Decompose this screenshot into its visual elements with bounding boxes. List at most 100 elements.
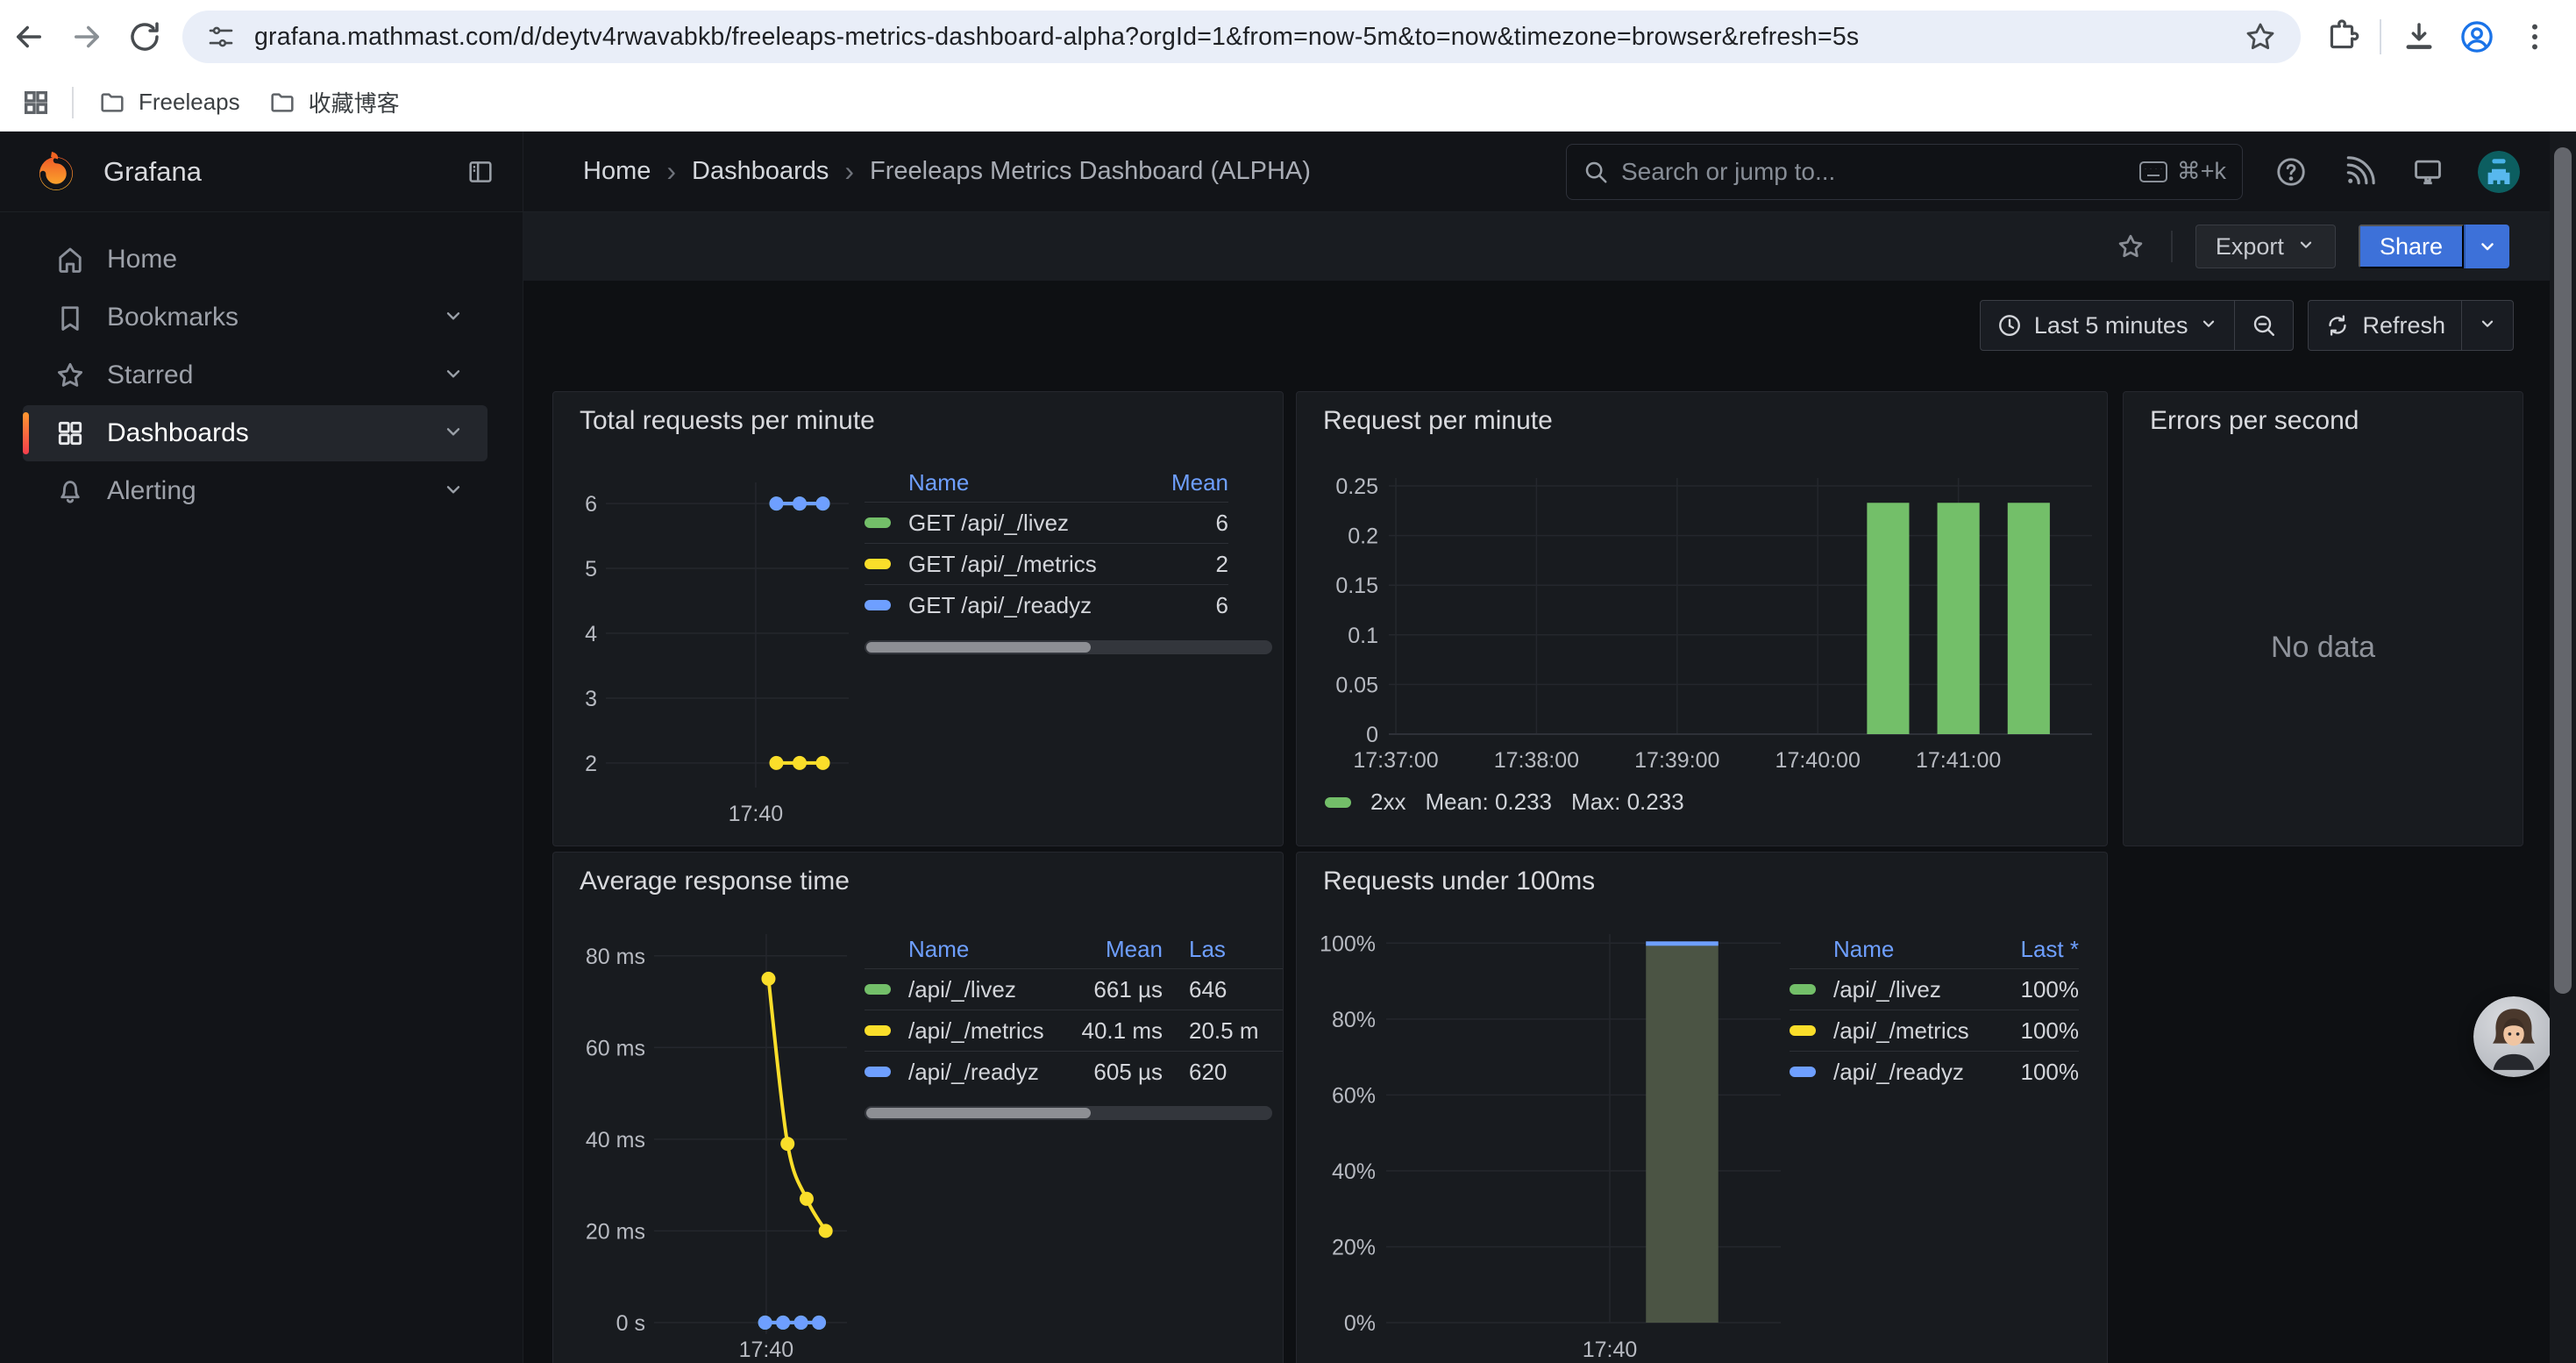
- clock-icon: [1996, 312, 2023, 339]
- sidebar-item-alerting[interactable]: Alerting: [23, 463, 487, 519]
- dashboard-canvas: Last 5 minutes Refresh: [523, 281, 2550, 1363]
- assistant-avatar-widget[interactable]: [2473, 996, 2554, 1077]
- time-range-label: Last 5 minutes: [2034, 312, 2188, 339]
- legend-header-last[interactable]: Last *: [1991, 936, 2079, 963]
- export-button[interactable]: Export: [2195, 225, 2336, 268]
- sidebar-item-home[interactable]: Home: [23, 232, 487, 288]
- arrow-right-icon: [68, 18, 105, 55]
- breadcrumb-current: Freeleaps Metrics Dashboard (ALPHA): [870, 157, 1311, 186]
- chevron-down-icon[interactable]: [442, 420, 465, 447]
- legend-header-name[interactable]: Name: [908, 469, 1141, 496]
- dock-panel-icon: [466, 157, 495, 187]
- series-last: 100%: [1991, 976, 2079, 1003]
- news-button[interactable]: [2341, 153, 2378, 190]
- apps-grid-button[interactable]: [11, 80, 61, 125]
- legend-scrollbar[interactable]: [865, 640, 1272, 654]
- chevron-down-icon[interactable]: [442, 478, 465, 505]
- legend-header: Name Mean: [865, 463, 1228, 502]
- url-text[interactable]: grafana.mathmast.com/d/deytv4rwavabkb/fr…: [254, 23, 2239, 52]
- series-name[interactable]: /api/_/metrics: [908, 1017, 1066, 1045]
- sidebar-item-label: Starred: [107, 360, 193, 390]
- panel-title[interactable]: Request per minute: [1323, 406, 1553, 436]
- profile-icon: [2459, 18, 2495, 55]
- svg-text:60%: 60%: [1332, 1083, 1376, 1108]
- panel-errors-per-second: Errors per second No data: [2123, 391, 2523, 846]
- search-field[interactable]: [1621, 158, 2138, 186]
- sidebar-item-starred[interactable]: Starred: [23, 347, 487, 403]
- url-bar[interactable]: grafana.mathmast.com/d/deytv4rwavabkb/fr…: [182, 11, 2301, 63]
- bookmark-folder-freeleaps[interactable]: Freeleaps: [84, 82, 254, 124]
- breadcrumb-separator: ›: [666, 155, 676, 188]
- series-name[interactable]: /api/_/readyz: [908, 1059, 1066, 1086]
- extensions-button[interactable]: [2313, 8, 2371, 66]
- search-input[interactable]: ⌘+k: [1566, 144, 2243, 200]
- arrow-left-icon: [11, 18, 47, 55]
- refresh-interval-button[interactable]: [2461, 301, 2513, 350]
- chevron-down-icon[interactable]: [442, 304, 465, 332]
- series-name[interactable]: /api/_/livez: [908, 976, 1066, 1003]
- downloads-button[interactable]: [2390, 8, 2448, 66]
- series-mean: 661 µs: [1066, 976, 1163, 1003]
- breadcrumb-dashboards[interactable]: Dashboards: [692, 157, 829, 186]
- share-button[interactable]: Share: [2359, 225, 2464, 268]
- page-scrollbar[interactable]: [2550, 132, 2576, 1363]
- favorite-star-button[interactable]: [2113, 229, 2148, 264]
- total-requests-chart: 6543217:40: [571, 479, 869, 834]
- series-name[interactable]: 2xx: [1370, 789, 1405, 816]
- chevron-down-icon[interactable]: [442, 362, 465, 389]
- time-range-button[interactable]: Last 5 minutes: [1981, 301, 2235, 350]
- legend-scrollbar[interactable]: [865, 1106, 1272, 1120]
- back-button[interactable]: [0, 8, 58, 66]
- page-scrollbar-thumb[interactable]: [2554, 147, 2572, 994]
- profile-button[interactable]: [2448, 8, 2506, 66]
- panel-title[interactable]: Total requests per minute: [580, 406, 875, 436]
- series-name[interactable]: GET /api/_/readyz: [908, 592, 1141, 619]
- forward-button[interactable]: [58, 8, 116, 66]
- scrollbar-thumb[interactable]: [866, 1108, 1091, 1118]
- legend-table: Name Mean GET /api/_/livez 6 GET /api/_/…: [865, 463, 1228, 625]
- scrollbar-thumb[interactable]: [866, 642, 1091, 653]
- help-button[interactable]: [2273, 153, 2309, 190]
- panel-title[interactable]: Average response time: [580, 867, 850, 896]
- legend-header-mean[interactable]: Mean: [1066, 936, 1163, 963]
- sidebar-item-label: Alerting: [107, 476, 196, 506]
- legend-header-mean[interactable]: Mean: [1141, 469, 1228, 496]
- series-mean: 605 µs: [1066, 1059, 1163, 1086]
- menu-button[interactable]: [2506, 8, 2564, 66]
- panel-title[interactable]: Requests under 100ms: [1323, 867, 1595, 896]
- site-settings-icon[interactable]: [202, 18, 240, 56]
- legend-row: /api/_/metrics 100%: [1790, 1010, 2079, 1051]
- series-last: 646: [1189, 976, 1284, 1003]
- avatar-icon: [2478, 151, 2520, 193]
- header-left: Grafana: [0, 132, 523, 211]
- refresh-button[interactable]: Refresh: [2309, 301, 2461, 350]
- grafana-logo-icon[interactable]: [32, 147, 81, 196]
- svg-text:17:41:00: 17:41:00: [1916, 748, 2001, 773]
- series-color-chip: [865, 1067, 891, 1077]
- series-name[interactable]: /api/_/livez: [1833, 976, 1991, 1003]
- dock-sidebar-button[interactable]: [463, 154, 498, 189]
- svg-text:2: 2: [585, 752, 597, 776]
- refresh-icon: [2324, 312, 2351, 339]
- user-avatar[interactable]: [2478, 151, 2520, 193]
- bookmark-star-icon[interactable]: [2239, 16, 2281, 58]
- bookmark-folder-blogs[interactable]: 收藏博客: [254, 79, 414, 125]
- series-name[interactable]: GET /api/_/metrics: [908, 551, 1141, 578]
- svg-text:3: 3: [585, 687, 597, 711]
- legend-header-last[interactable]: Las: [1189, 936, 1284, 963]
- zoom-out-icon: [2251, 312, 2277, 339]
- breadcrumb-home[interactable]: Home: [583, 157, 651, 186]
- series-name[interactable]: /api/_/metrics: [1833, 1017, 1991, 1045]
- series-last: 100%: [1991, 1017, 2079, 1045]
- zoom-out-button[interactable]: [2234, 301, 2293, 350]
- reload-button[interactable]: [116, 8, 174, 66]
- screen-button[interactable]: [2409, 153, 2446, 190]
- share-dropdown-button[interactable]: [2464, 225, 2509, 268]
- series-name[interactable]: GET /api/_/livez: [908, 510, 1141, 537]
- legend-header-name[interactable]: Name: [908, 936, 1066, 963]
- sidebar-item-dashboards[interactable]: Dashboards: [23, 405, 487, 461]
- legend-header-name[interactable]: Name: [1833, 936, 1991, 963]
- panel-title[interactable]: Errors per second: [2150, 406, 2359, 436]
- sidebar-item-bookmarks[interactable]: Bookmarks: [23, 289, 487, 346]
- series-name[interactable]: /api/_/readyz: [1833, 1059, 1991, 1086]
